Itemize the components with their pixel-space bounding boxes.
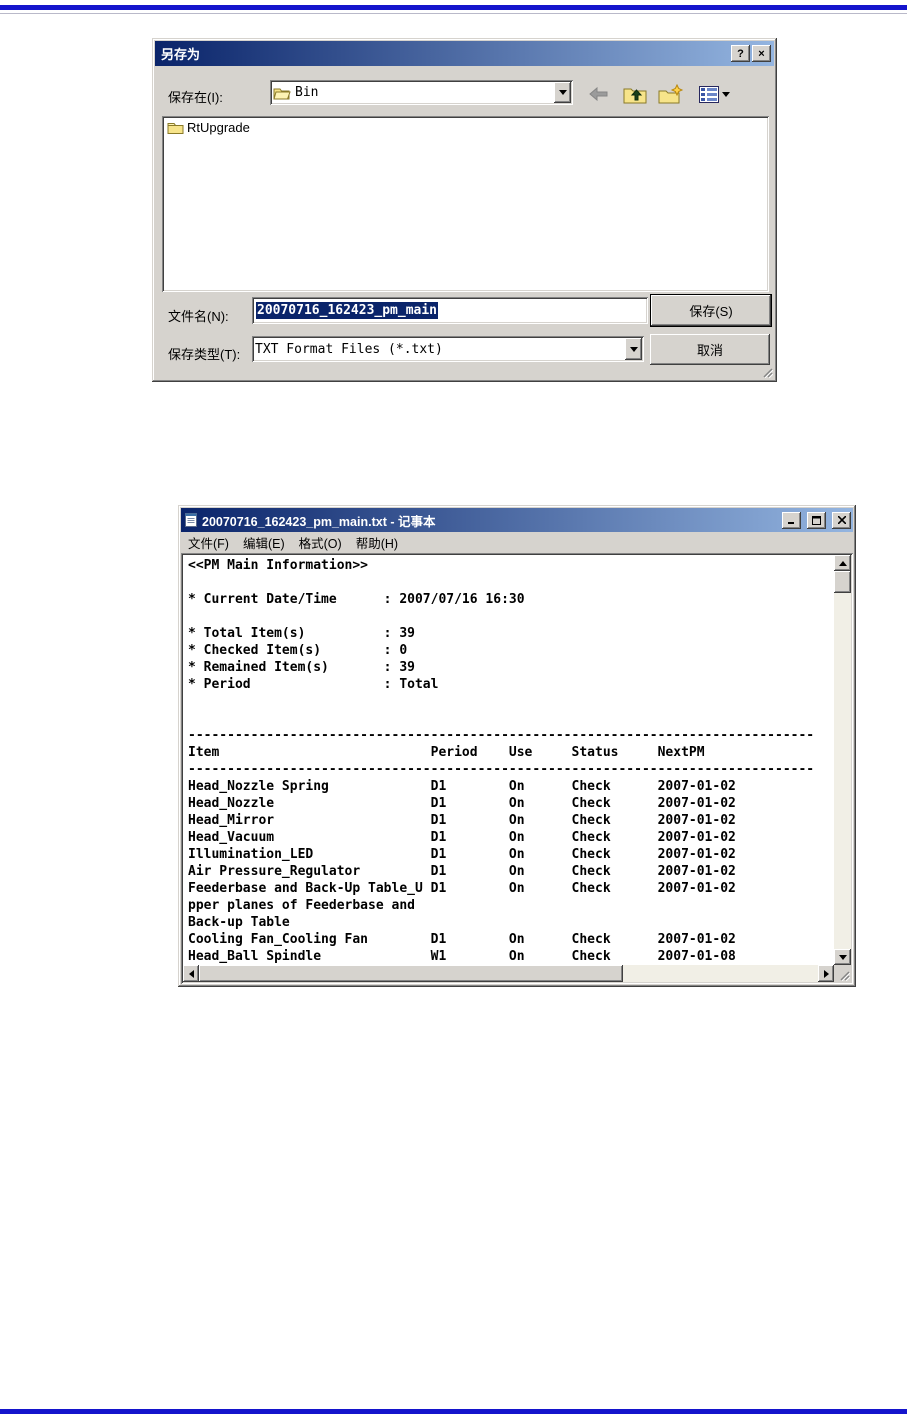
vertical-scroll-thumb[interactable] [834,571,851,593]
close-icon [837,516,846,524]
minimize-icon [787,522,794,524]
list-item-label: RtUpgrade [187,120,250,135]
menu-format[interactable]: 格式(O) [292,531,349,554]
notepad-text-area[interactable]: <<PM Main Information>> * Current Date/T… [183,555,834,965]
save-button-label: 保存(S) [689,304,733,319]
chevron-down-icon [629,346,638,352]
save-as-dialog: 另存为 ? × 保存在(I): Bin RtUpgrade 文件名(N): 20… [152,38,777,382]
arrow-left-icon [188,969,194,978]
save-as-titlebar[interactable]: 另存为 ? × [155,41,774,66]
arrow-up-icon [838,560,847,566]
notepad-menubar: 文件(F) 编辑(E) 格式(O) 帮助(H) [181,532,853,553]
vertical-scrollbar[interactable] [834,555,851,965]
up-one-level-button[interactable] [620,82,650,106]
open-folder-icon [273,86,291,100]
notepad-document-text: <<PM Main Information>> * Current Date/T… [188,558,815,964]
page-top-rule [0,5,907,10]
maximize-icon [812,515,821,525]
back-arrow-icon [589,87,608,101]
file-name-value: 20070716_162423_pm_main [256,302,439,319]
file-list[interactable]: RtUpgrade [162,116,769,292]
new-folder-button[interactable] [656,82,686,106]
view-menu-icon [698,85,719,103]
notepad-app-icon [184,513,198,527]
file-type-label: 保存类型(T): [168,347,241,362]
file-type-combobox-content: TXT Format Files (*.txt) [255,340,623,358]
notepad-client-area: <<PM Main Information>> * Current Date/T… [181,553,853,984]
dialog-resize-grip[interactable] [759,364,773,378]
menu-help[interactable]: 帮助(H) [349,531,405,554]
save-in-label: 保存在(I): [168,90,223,105]
file-name-label: 文件名(N): [168,309,229,324]
back-button[interactable] [584,82,614,106]
cancel-button[interactable]: 取消 [650,334,770,365]
save-in-dropdown-button[interactable] [554,82,571,103]
scroll-down-button[interactable] [834,949,851,965]
cancel-button-label: 取消 [696,343,723,358]
chevron-down-icon [721,91,730,97]
view-menu-button[interactable] [694,82,734,106]
help-button[interactable]: ? [731,45,750,62]
scroll-left-button[interactable] [183,965,199,982]
notepad-title: 20070716_162423_pm_main.txt - 记事本 [202,514,436,529]
page-bottom-rule [0,1409,907,1414]
save-in-value: Bin [295,85,319,100]
list-item-folder[interactable]: RtUpgrade [167,120,250,135]
save-in-combobox[interactable]: Bin [270,80,573,105]
menu-file[interactable]: 文件(F) [181,531,236,554]
scroll-up-button[interactable] [834,555,851,571]
window-resize-grip[interactable] [834,965,851,982]
horizontal-scrollbar[interactable] [183,965,834,982]
document-page: 另存为 ? × 保存在(I): Bin RtUpgrade 文件名(N): 20… [0,0,907,1424]
folder-icon [167,121,184,134]
page-top-rule-thin [0,13,907,14]
scroll-right-button[interactable] [818,965,834,982]
up-folder-icon [623,88,647,104]
file-type-combobox[interactable]: TXT Format Files (*.txt) [252,336,644,362]
minimize-button[interactable] [782,511,801,529]
chevron-down-icon [558,90,567,95]
file-name-input[interactable]: 20070716_162423_pm_main [252,297,648,324]
arrow-right-icon [823,969,829,978]
close-button[interactable]: × [752,45,771,62]
file-type-dropdown-button[interactable] [625,338,642,360]
close-button[interactable] [832,511,851,529]
menu-edit[interactable]: 编辑(E) [236,531,292,554]
arrow-down-icon [838,954,847,960]
new-folder-icon [658,84,684,104]
save-as-title: 另存为 [161,47,201,62]
maximize-button[interactable] [807,511,826,529]
save-button[interactable]: 保存(S) [650,294,772,327]
file-type-value: TXT Format Files (*.txt) [255,341,443,357]
horizontal-scroll-thumb[interactable] [199,965,623,982]
notepad-titlebar[interactable]: 20070716_162423_pm_main.txt - 记事本 [181,508,853,532]
notepad-window: 20070716_162423_pm_main.txt - 记事本 文件(F) … [178,505,856,987]
save-in-combobox-content: Bin [273,84,552,101]
